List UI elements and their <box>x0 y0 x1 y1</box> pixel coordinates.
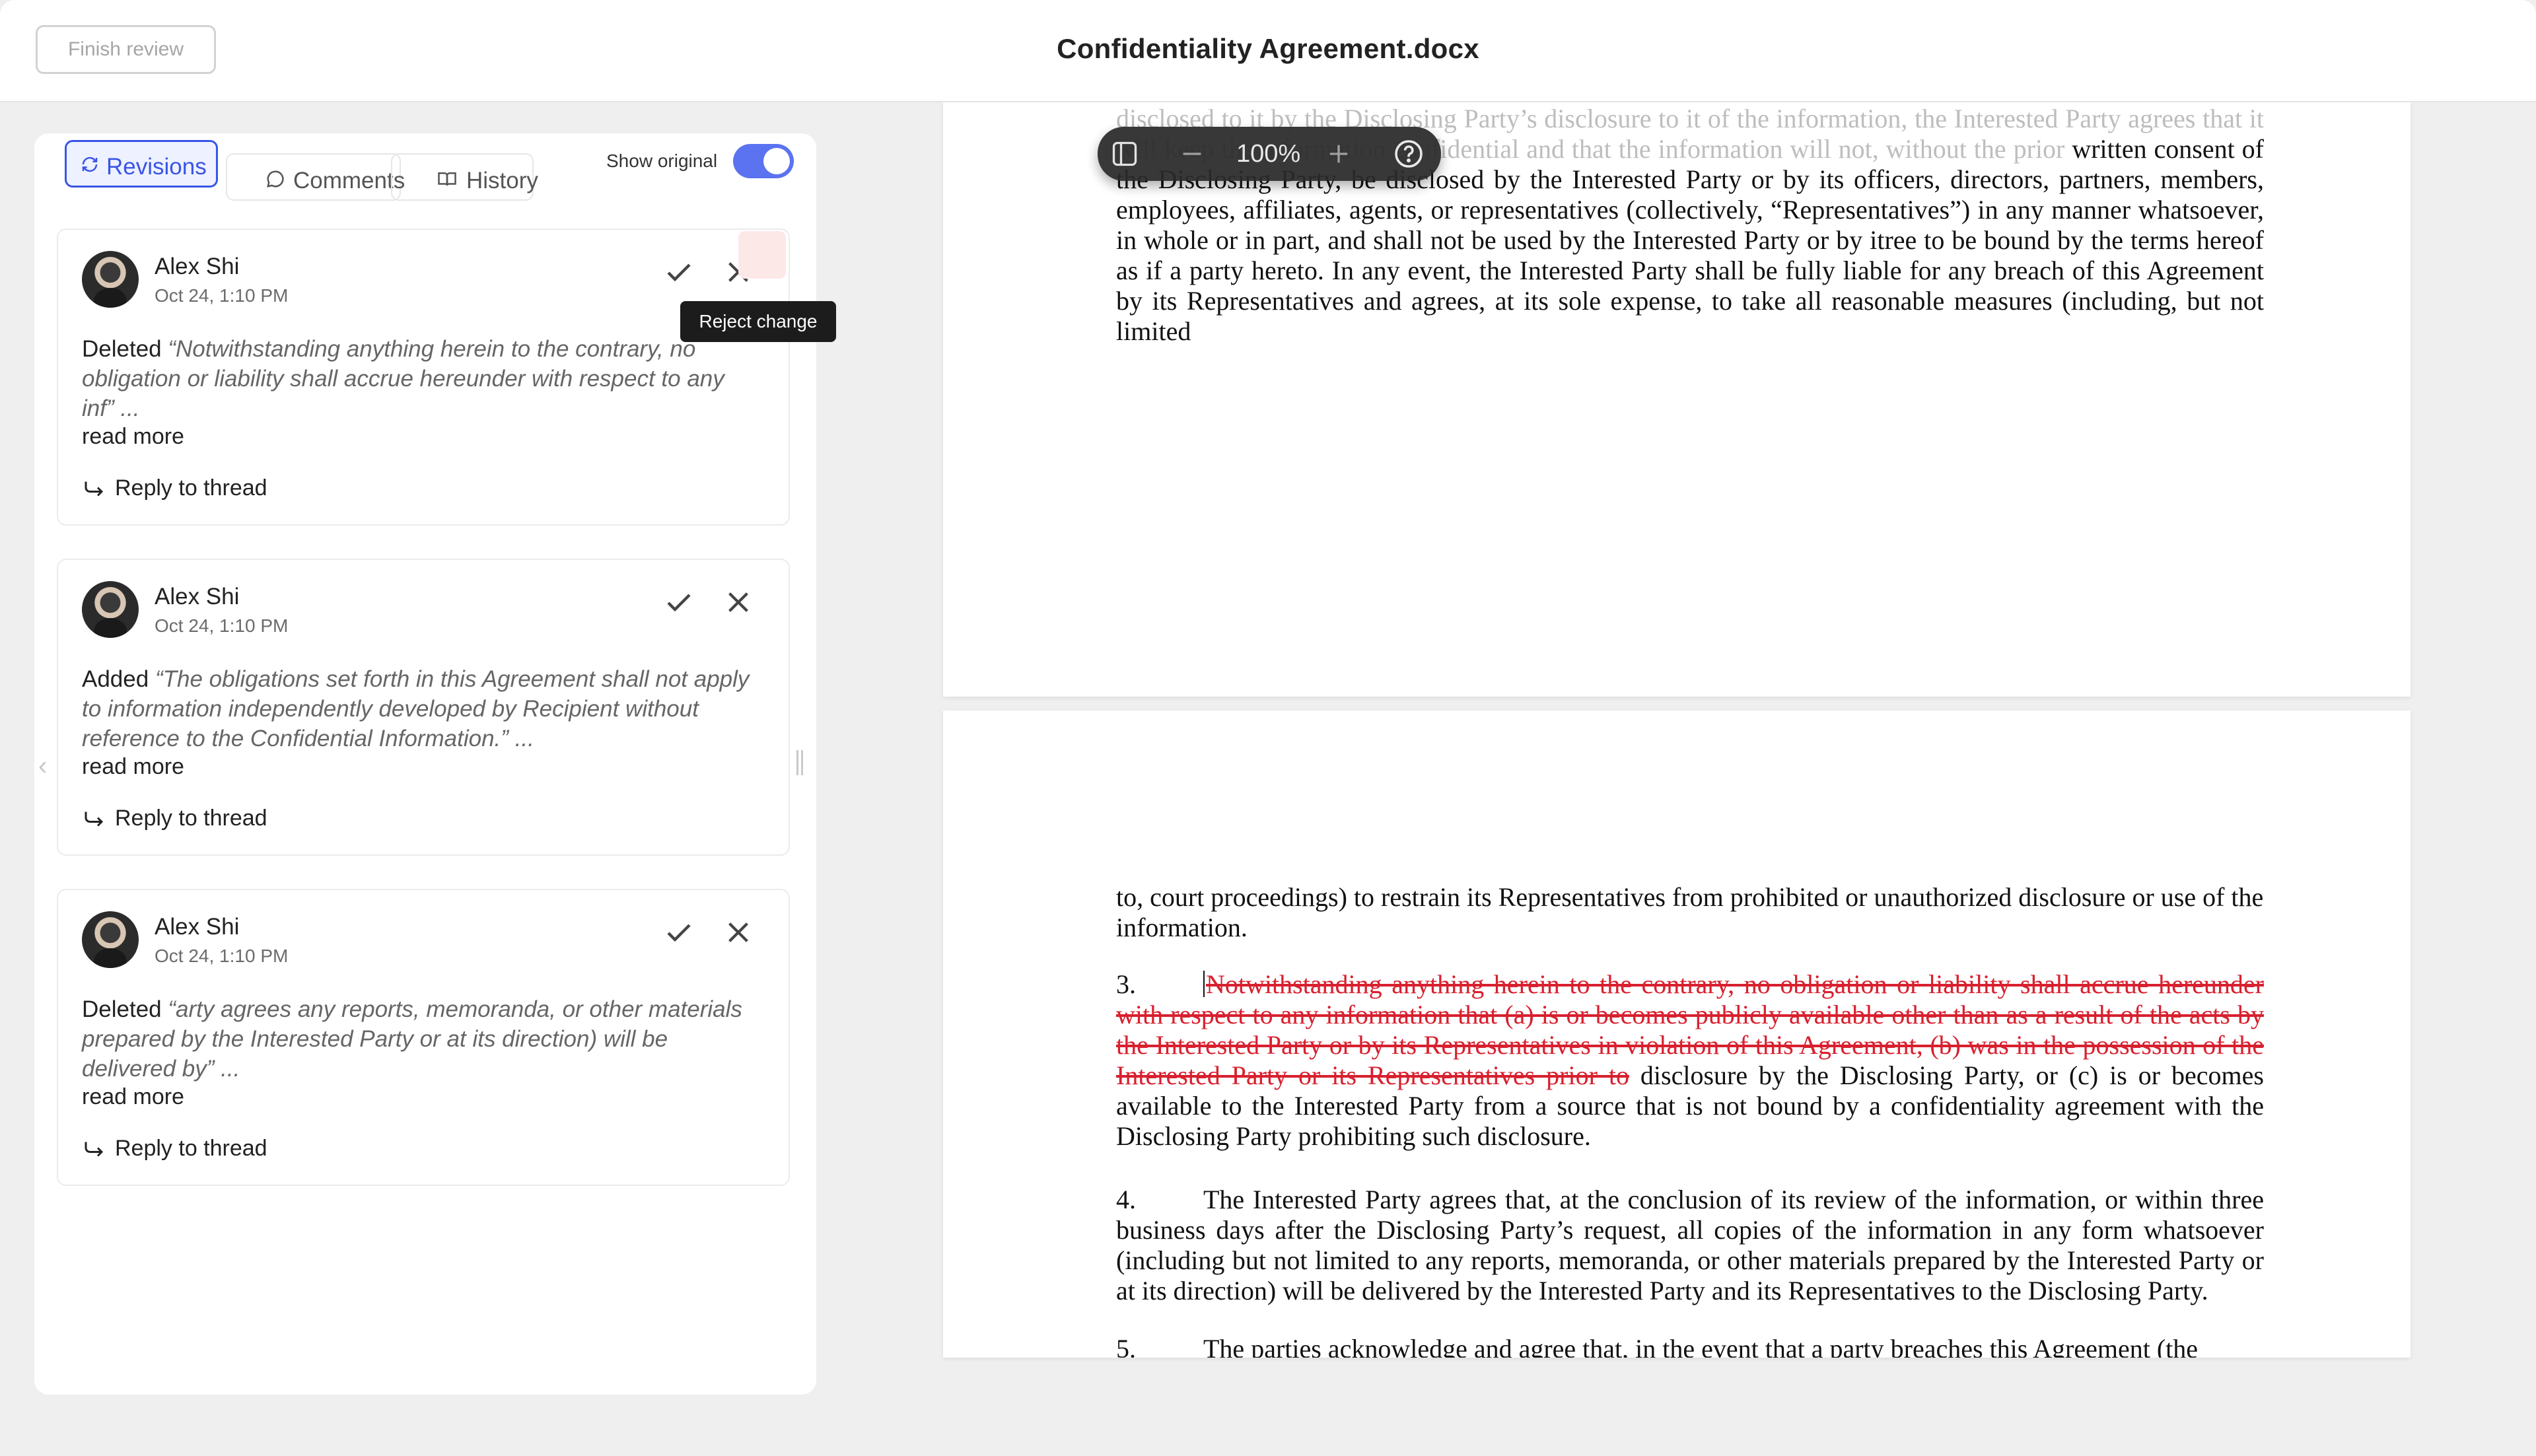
revision-description: Deleted “Notwithstanding anything herein… <box>82 334 762 423</box>
tab-history-label: History <box>466 168 538 193</box>
show-original-toggle[interactable] <box>733 144 794 178</box>
top-bar: Finish review Confidentiality Agreement.… <box>0 0 2536 102</box>
reply-label: Reply to thread <box>115 1136 267 1161</box>
tab-comments-label: Comments <box>293 168 405 193</box>
document-page-1[interactable]: disclosed to it by the Disclosing Party’… <box>943 102 2411 697</box>
revision-card: Alex Shi Oct 24, 1:10 PM Added “The obli… <box>57 559 790 856</box>
ellipsis: ... <box>508 726 534 751</box>
paragraph-3: 3. Notwithstanding anything herein to the… <box>1116 969 2264 1152</box>
tooltip: Reject change <box>680 301 836 342</box>
accept-change-button[interactable] <box>660 914 697 951</box>
revision-quote: “Notwithstanding anything herein to the … <box>82 336 724 421</box>
show-original-label: Show original <box>606 151 718 171</box>
read-more-link[interactable]: read more <box>82 754 184 780</box>
reply-label: Reply to thread <box>115 806 267 831</box>
revision-description: Deleted “arty agrees any reports, memora… <box>82 994 762 1084</box>
reply-arrow-icon <box>85 481 104 497</box>
paragraph-4: 4. The Interested Party agrees that, at t… <box>1116 1185 2264 1306</box>
revision-action: Deleted <box>82 336 162 362</box>
text-cursor <box>1203 971 1205 997</box>
panel-tabs: Revisions Comments History Show original <box>34 133 816 219</box>
accept-change-button[interactable] <box>660 584 697 621</box>
read-more-link[interactable]: read more <box>82 1084 184 1110</box>
close-icon <box>728 592 748 612</box>
reject-change-button[interactable] <box>720 914 757 951</box>
revisions-icon <box>82 156 98 172</box>
ellipsis: ... <box>214 1056 240 1082</box>
reply-arrow-icon <box>85 812 104 827</box>
help-icon <box>1395 140 1423 168</box>
paragraph-number: 5. <box>1116 1334 1136 1358</box>
toggle-knob <box>763 148 790 174</box>
paragraph-4-text: The Interested Party agrees that, at the… <box>1116 1185 2264 1305</box>
check-icon <box>667 594 691 612</box>
ellipsis: ... <box>114 396 140 421</box>
zoom-toolbar: 100% <box>1098 127 1441 181</box>
author-name: Alex Shi <box>155 914 240 940</box>
app-window: Finish review Confidentiality Agreement.… <box>0 0 2536 1456</box>
avatar <box>82 251 139 308</box>
help-button[interactable] <box>1391 136 1426 172</box>
zoom-in-button[interactable] <box>1321 136 1356 172</box>
paragraph-continued: to, court proceedings) to restrain its R… <box>1116 882 2264 942</box>
reply-to-thread-button[interactable]: Reply to thread <box>82 806 267 831</box>
sidebar-toggle-button[interactable] <box>1107 136 1143 172</box>
revision-card: Alex Shi Oct 24, 1:10 PM Deleted “Notwit… <box>57 228 790 526</box>
tab-history[interactable]: History <box>391 153 538 201</box>
avatar <box>82 581 139 638</box>
comment-icon <box>267 170 284 188</box>
tab-comments[interactable]: Comments <box>226 153 405 201</box>
plus-icon <box>1329 145 1348 163</box>
book-icon <box>438 172 456 186</box>
close-icon <box>728 922 748 942</box>
read-more-link[interactable]: read more <box>82 424 184 450</box>
timestamp: Oct 24, 1:10 PM <box>155 285 289 306</box>
revision-quote: “arty agrees any reports, memoranda, or … <box>82 996 742 1082</box>
reply-arrow-icon <box>85 1142 104 1157</box>
reply-to-thread-button[interactable]: Reply to thread <box>82 475 267 501</box>
revision-quote: “The obligations set forth in this Agree… <box>82 666 750 751</box>
avatar <box>82 911 139 968</box>
check-icon <box>667 263 691 282</box>
author-name: Alex Shi <box>155 584 240 609</box>
zoom-level: 100% <box>1236 140 1301 168</box>
tab-revisions[interactable]: Revisions <box>65 140 218 188</box>
timestamp: Oct 24, 1:10 PM <box>155 615 289 636</box>
chevron-left-icon[interactable]: ‹ <box>38 751 47 781</box>
revision-action: Added <box>82 666 149 692</box>
reject-hover-highlight <box>738 231 786 279</box>
paragraph-5: 5. The parties acknowledge and agree that… <box>1116 1334 2264 1358</box>
reply-label: Reply to thread <box>115 475 267 501</box>
revision-description: Added “The obligations set forth in this… <box>82 664 762 753</box>
reply-to-thread-button[interactable]: Reply to thread <box>82 1136 267 1161</box>
check-icon <box>667 924 691 942</box>
document-page-2[interactable]: to, court proceedings) to restrain its R… <box>943 711 2411 1358</box>
tab-revisions-label: Revisions <box>106 154 207 180</box>
sidebar-panel-icon <box>1112 141 1137 166</box>
reject-change-button[interactable] <box>720 584 757 621</box>
accept-change-button[interactable] <box>660 254 697 291</box>
author-name: Alex Shi <box>155 254 240 279</box>
paragraph-number: 3. <box>1116 969 1136 999</box>
minus-icon <box>1183 153 1201 155</box>
document-title: Confidentiality Agreement.docx <box>1057 33 1479 64</box>
paragraph-5-text: The parties acknowledge and agree that, … <box>1203 1334 2199 1358</box>
paragraph-number: 4. <box>1116 1185 1136 1214</box>
panel-resize-handle[interactable] <box>796 750 806 777</box>
revision-card: Alex Shi Oct 24, 1:10 PM Deleted “arty a… <box>57 889 790 1186</box>
timestamp: Oct 24, 1:10 PM <box>155 946 289 966</box>
revision-action: Deleted <box>82 996 162 1022</box>
zoom-out-button[interactable] <box>1174 136 1210 172</box>
